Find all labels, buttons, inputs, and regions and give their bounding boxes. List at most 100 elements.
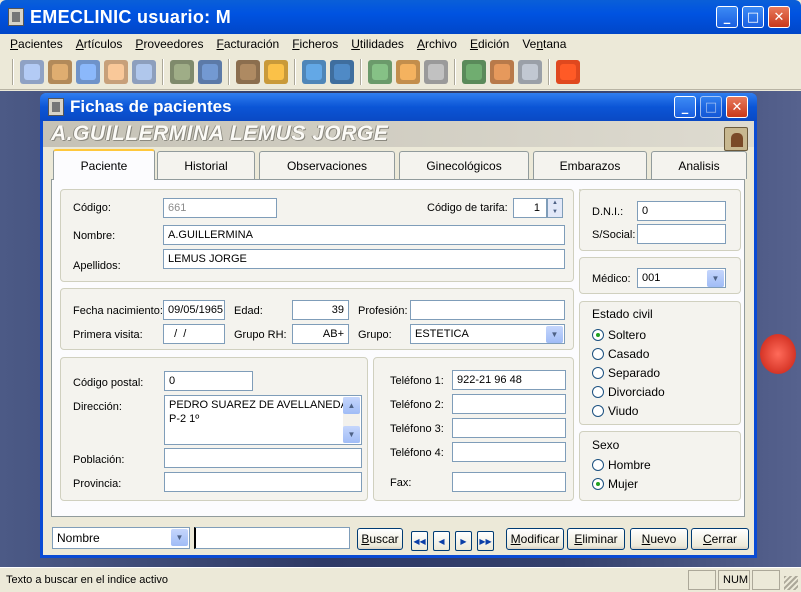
first-record-icon[interactable]: ◀◀ (411, 531, 428, 551)
rh-field[interactable]: AB+ (292, 324, 349, 344)
database-icon[interactable] (424, 59, 448, 84)
calculator-icon[interactable] (170, 59, 194, 84)
provincia-field[interactable] (164, 472, 362, 492)
users-icon[interactable] (104, 59, 128, 84)
menu-pacientes[interactable]: Pacientes (10, 37, 63, 51)
eliminar-button[interactable]: Eliminar (567, 528, 625, 550)
books-icon[interactable] (236, 59, 260, 84)
radio-casado[interactable]: Casado (592, 347, 649, 361)
telefono2-field[interactable] (452, 394, 566, 414)
window-icon[interactable] (48, 98, 64, 116)
previous-record-icon[interactable]: ◀ (433, 531, 450, 551)
menu-edicion[interactable]: Edición (470, 37, 509, 51)
tab-embarazos[interactable]: Embarazos (533, 151, 647, 179)
next-record-icon[interactable]: ▶ (455, 531, 472, 551)
tarifa-spinner[interactable]: ▲ ▼ (547, 198, 563, 218)
window-maximize-button[interactable]: □ (700, 96, 722, 118)
radio-mujer[interactable]: Mujer (592, 477, 638, 491)
window-title-bar[interactable]: Fichas de pacientes _ □ ✕ (40, 93, 757, 121)
grupo-label: Grupo: (358, 329, 392, 341)
ssocial-field[interactable] (637, 224, 726, 244)
menu-facturacion[interactable]: Facturación (216, 37, 279, 51)
tab-ginecologicos[interactable]: Ginecológicos (399, 151, 529, 179)
chevron-down-icon[interactable]: ▼ (546, 326, 563, 343)
maximize-button[interactable]: □ (742, 6, 764, 28)
radio-divorciado[interactable]: Divorciado (592, 385, 665, 399)
telefono4-field[interactable] (452, 442, 566, 462)
radio-hombre[interactable]: Hombre (592, 458, 651, 472)
telefono1-field[interactable]: 922-21 96 48 (452, 370, 566, 390)
tab-analisis[interactable]: Analisis (651, 151, 747, 179)
fax-field[interactable] (452, 472, 566, 492)
tab-paciente[interactable]: Paciente (53, 149, 155, 180)
nuevo-button[interactable]: Nuevo (630, 528, 688, 550)
globe-icon[interactable] (302, 59, 326, 84)
app-title-bar[interactable]: EMECLINIC usuario: M _ □ ✕ (0, 0, 801, 34)
radio-viudo[interactable]: Viudo (592, 404, 638, 418)
telefono3-field[interactable] (452, 418, 566, 438)
window-close-button[interactable]: ✕ (726, 96, 748, 118)
doctor-icon[interactable] (132, 59, 156, 84)
close-button[interactable]: ✕ (768, 6, 790, 28)
dni-field[interactable]: 0 (637, 201, 726, 221)
visita-field[interactable]: / / (163, 324, 225, 344)
patient-photo-icon[interactable] (724, 127, 748, 151)
dni-label: D.N.I.: (592, 206, 624, 218)
grupo-select[interactable]: ESTETICA ▼ (410, 324, 565, 344)
globe-search-icon[interactable] (330, 59, 354, 84)
edad-field[interactable]: 39 (292, 300, 349, 320)
tab-historial[interactable]: Historial (157, 151, 255, 179)
tarifa-field[interactable]: 1 (513, 198, 547, 218)
patient-icon[interactable] (48, 59, 72, 84)
spin-up-icon[interactable]: ▲ (548, 199, 562, 208)
notebook-icon[interactable] (462, 59, 486, 84)
scroll-down-icon[interactable]: ▼ (343, 426, 360, 443)
search-input[interactable] (194, 527, 350, 549)
search-field-select[interactable]: Nombre ▼ (52, 527, 190, 549)
home-icon[interactable] (264, 59, 288, 84)
power-icon[interactable] (556, 59, 580, 84)
spin-down-icon[interactable]: ▼ (548, 208, 562, 217)
menu-archivo[interactable]: Archivo (417, 37, 457, 51)
menu-articulos[interactable]: Artículos (76, 37, 123, 51)
codigo-field[interactable]: 661 (163, 198, 277, 218)
direccion-field[interactable]: PEDRO SUAREZ DE AVELLANEDA P-2 1º ▲ ▼ (164, 395, 362, 445)
chevron-down-icon[interactable]: ▼ (707, 270, 724, 287)
tab-observaciones[interactable]: Observaciones (259, 151, 395, 179)
nacimiento-field[interactable]: 09/05/1965 (163, 300, 225, 320)
nombre-field[interactable]: A.GUILLERMINA (163, 225, 565, 245)
profesion-field[interactable] (410, 300, 565, 320)
medico-select[interactable]: 001 ▼ (637, 268, 726, 288)
last-record-icon[interactable]: ▶▶ (477, 531, 494, 551)
poblacion-field[interactable] (164, 448, 362, 468)
user-edit-icon[interactable] (396, 59, 420, 84)
window-minimize-button[interactable]: _ (674, 96, 696, 118)
fax-label: Fax: (390, 477, 412, 489)
menu-proveedores[interactable]: Proveedores (135, 37, 203, 51)
resize-grip-icon[interactable] (784, 576, 798, 590)
invoice-icon[interactable] (198, 59, 222, 84)
buscar-button[interactable]: Buscar (357, 528, 403, 550)
scroll-up-icon[interactable]: ▲ (343, 397, 360, 414)
menu-utilidades[interactable]: Utilidades (351, 37, 404, 51)
direccion-scrollbar[interactable]: ▲ ▼ (343, 397, 360, 443)
menu-ficheros[interactable]: Ficheros (292, 37, 338, 51)
app-icon[interactable] (8, 8, 24, 26)
menu-text: tana (543, 37, 567, 51)
minimize-button[interactable]: _ (716, 6, 738, 28)
cerrar-button[interactable]: Cerrar (691, 528, 749, 550)
menu-text: rchivo (424, 37, 457, 51)
buscar-mnemonic: B (361, 532, 370, 546)
contacts-icon[interactable] (490, 59, 514, 84)
cp-field[interactable]: 0 (164, 371, 253, 391)
patient-card-icon[interactable] (76, 59, 100, 84)
cash-register-icon[interactable] (368, 59, 392, 84)
calendar-icon[interactable] (20, 59, 44, 84)
apellidos-field[interactable]: LEMUS JORGE (163, 249, 565, 269)
radio-soltero[interactable]: Soltero (592, 328, 646, 342)
radio-separado[interactable]: Separado (592, 366, 660, 380)
modificar-button[interactable]: Modificar (506, 528, 564, 550)
chevron-down-icon[interactable]: ▼ (171, 529, 188, 546)
menu-ventana[interactable]: Ventana (522, 37, 566, 51)
printer-icon[interactable] (518, 59, 542, 84)
